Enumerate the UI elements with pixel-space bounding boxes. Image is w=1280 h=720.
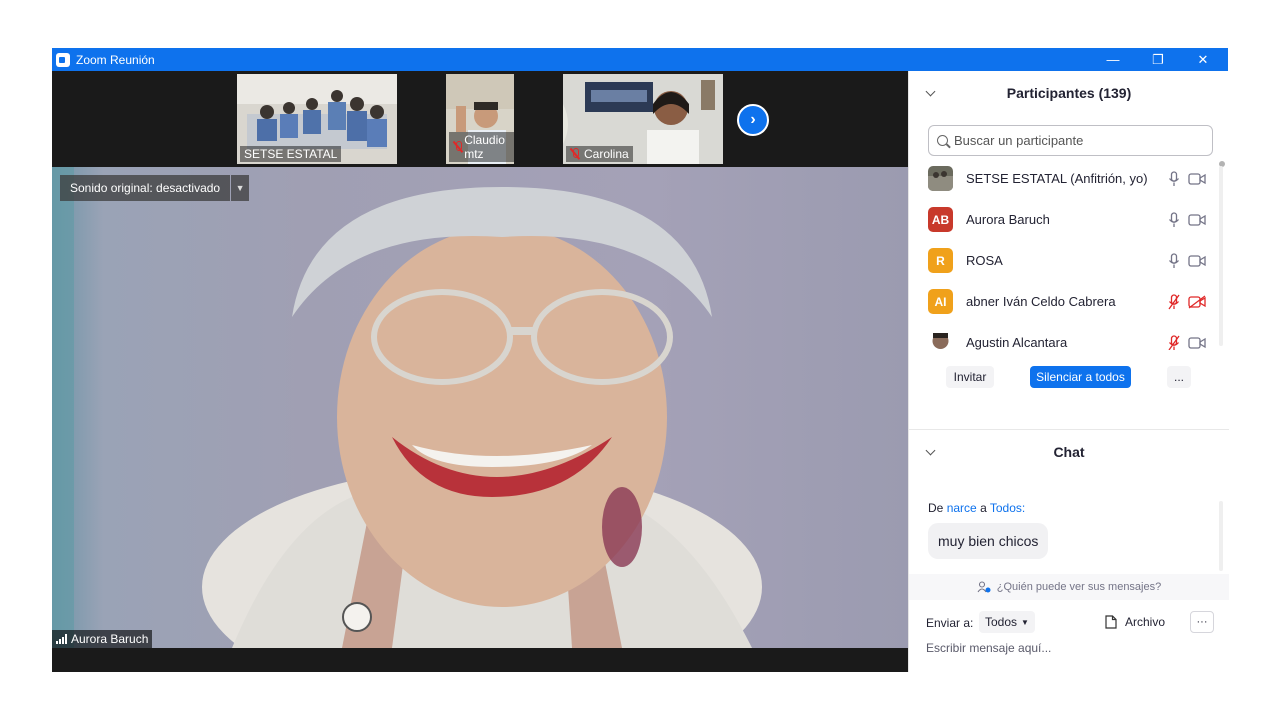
participant-name: Aurora Baruch: [966, 212, 1050, 227]
camera-icon: [1188, 213, 1206, 226]
invite-button[interactable]: Invitar: [946, 366, 994, 388]
camera-icon: [1188, 254, 1206, 267]
chat-title: Chat: [1053, 444, 1085, 460]
restore-button[interactable]: ❐: [1135, 48, 1181, 71]
participant-row[interactable]: Agustin Alcantara: [909, 322, 1219, 350]
chat-message-input[interactable]: [926, 641, 1216, 655]
microphone-icon: [1168, 170, 1180, 186]
speaker-name-tag: Aurora Baruch: [52, 630, 153, 648]
thumbnail-carolina[interactable]: Carolina: [563, 74, 723, 164]
more-options-button[interactable]: ...: [1167, 366, 1191, 388]
minimize-button[interactable]: —: [1090, 48, 1136, 71]
microphone-muted-icon: [1168, 334, 1180, 350]
speaker-video-frame: [52, 167, 762, 648]
send-to-dropdown[interactable]: Todos ▼: [979, 611, 1035, 633]
thumbnail-strip: SETSE ESTATAL Claudio mtz Carolina ›: [52, 71, 908, 167]
chat-scrollbar[interactable]: [1219, 501, 1223, 571]
participants-header: Participantes (139): [909, 71, 1229, 115]
chat-more-button[interactable]: ···: [1190, 611, 1214, 633]
mic-muted-icon: [570, 148, 580, 160]
microphone-icon: [1168, 211, 1180, 227]
send-to-label: Enviar a:: [926, 616, 974, 630]
original-sound-dropdown[interactable]: ▼: [231, 175, 250, 201]
participant-row[interactable]: AI abner Iván Celdo Cabrera: [909, 281, 1219, 322]
participant-row[interactable]: AB Aurora Baruch: [909, 199, 1219, 240]
chat-from-mid: a: [980, 501, 987, 515]
avatar: [928, 330, 953, 350]
participant-name: ROSA: [966, 253, 1003, 268]
avatar: AI: [928, 289, 953, 314]
thumbnail-name: Carolina: [566, 146, 633, 162]
send-to-value: Todos: [985, 615, 1018, 629]
microphone-icon: [1168, 252, 1180, 268]
file-label: Archivo: [1125, 615, 1166, 629]
chevron-down-icon: ▼: [235, 183, 245, 193]
chat-from-prefix: De: [928, 501, 944, 515]
original-sound-label[interactable]: Sonido original: desactivado: [60, 175, 231, 201]
main-speaker-video: Sonido original: desactivado ▼ Aurora Ba…: [52, 167, 908, 648]
chevron-down-icon[interactable]: [925, 86, 936, 97]
participant-name: abner Iván Celdo Cabrera: [966, 294, 1116, 309]
participant-row[interactable]: SETSE ESTATAL (Anfitrión, yo): [909, 158, 1219, 199]
title-bar: Zoom Reunión — ❐ ✕: [52, 48, 1228, 71]
zoom-app-icon: [56, 52, 70, 67]
chevron-down-icon: ▼: [1021, 617, 1029, 627]
chevron-down-icon[interactable]: [925, 445, 936, 456]
next-page-button[interactable]: ›: [737, 104, 769, 136]
avatar: R: [928, 248, 953, 273]
participant-search[interactable]: [928, 125, 1213, 156]
participants-title: Participantes (139): [1006, 85, 1132, 101]
thumbnail-setse[interactable]: SETSE ESTATAL: [237, 74, 397, 164]
window-title: Zoom Reunión: [76, 52, 155, 67]
file-icon: [1105, 615, 1117, 629]
who-can-see-bar[interactable]: ¿Quién puede ver sus mensajes?: [909, 574, 1229, 600]
signal-bars-icon: [56, 634, 67, 644]
camera-icon: [1188, 336, 1206, 349]
chat-sender-line: De narce a Todos:: [928, 501, 1025, 515]
side-panel: Participantes (139) SETSE ESTATAL (Anfit…: [908, 71, 1229, 672]
avatar: [928, 166, 953, 191]
thumbnail-name: Claudio mtz: [449, 132, 514, 162]
mute-all-button[interactable]: Silenciar a todos: [1030, 366, 1131, 388]
file-button[interactable]: Archivo: [1105, 611, 1165, 633]
chat-message-bubble: muy bien chicos: [928, 523, 1049, 559]
camera-icon: [1188, 172, 1206, 185]
participant-search-input[interactable]: [954, 133, 1194, 148]
thumbnail-name: SETSE ESTATAL: [240, 146, 342, 162]
zoom-window: Zoom Reunión — ❐ ✕ SETSE ESTATAL Claudio…: [52, 48, 1229, 672]
speaker-name: Aurora Baruch: [71, 632, 149, 646]
who-can-see-text: ¿Quién puede ver sus mensajes?: [996, 581, 1162, 593]
send-to-row: Enviar a: Todos ▼ Archivo ···: [926, 611, 1216, 635]
avatar: AB: [928, 207, 953, 232]
original-sound-control: Sonido original: desactivado ▼: [60, 175, 250, 201]
chat-header: Chat: [909, 430, 1229, 474]
person-info-icon: [977, 581, 991, 593]
participant-scrollbar[interactable]: [1219, 166, 1223, 346]
microphone-muted-icon: [1168, 293, 1180, 309]
chat-sender-link[interactable]: narce: [947, 501, 977, 515]
participant-name: Agustin Alcantara: [966, 335, 1068, 350]
close-button[interactable]: ✕: [1180, 48, 1226, 71]
search-icon: [937, 135, 948, 146]
video-area: SETSE ESTATAL Claudio mtz Carolina › Son…: [52, 71, 908, 672]
participant-name: SETSE ESTATAL (Anfitrión, yo): [966, 171, 1148, 186]
mic-muted-icon: [453, 141, 463, 153]
thumbnail-claudio[interactable]: Claudio mtz: [446, 74, 514, 164]
participant-list: SETSE ESTATAL (Anfitrión, yo) AB Aurora …: [909, 158, 1229, 350]
chat-target-link[interactable]: Todos:: [990, 501, 1025, 515]
camera-off-icon: [1188, 294, 1206, 309]
chevron-right-icon: ›: [750, 111, 756, 128]
participant-row[interactable]: R ROSA: [909, 240, 1219, 281]
